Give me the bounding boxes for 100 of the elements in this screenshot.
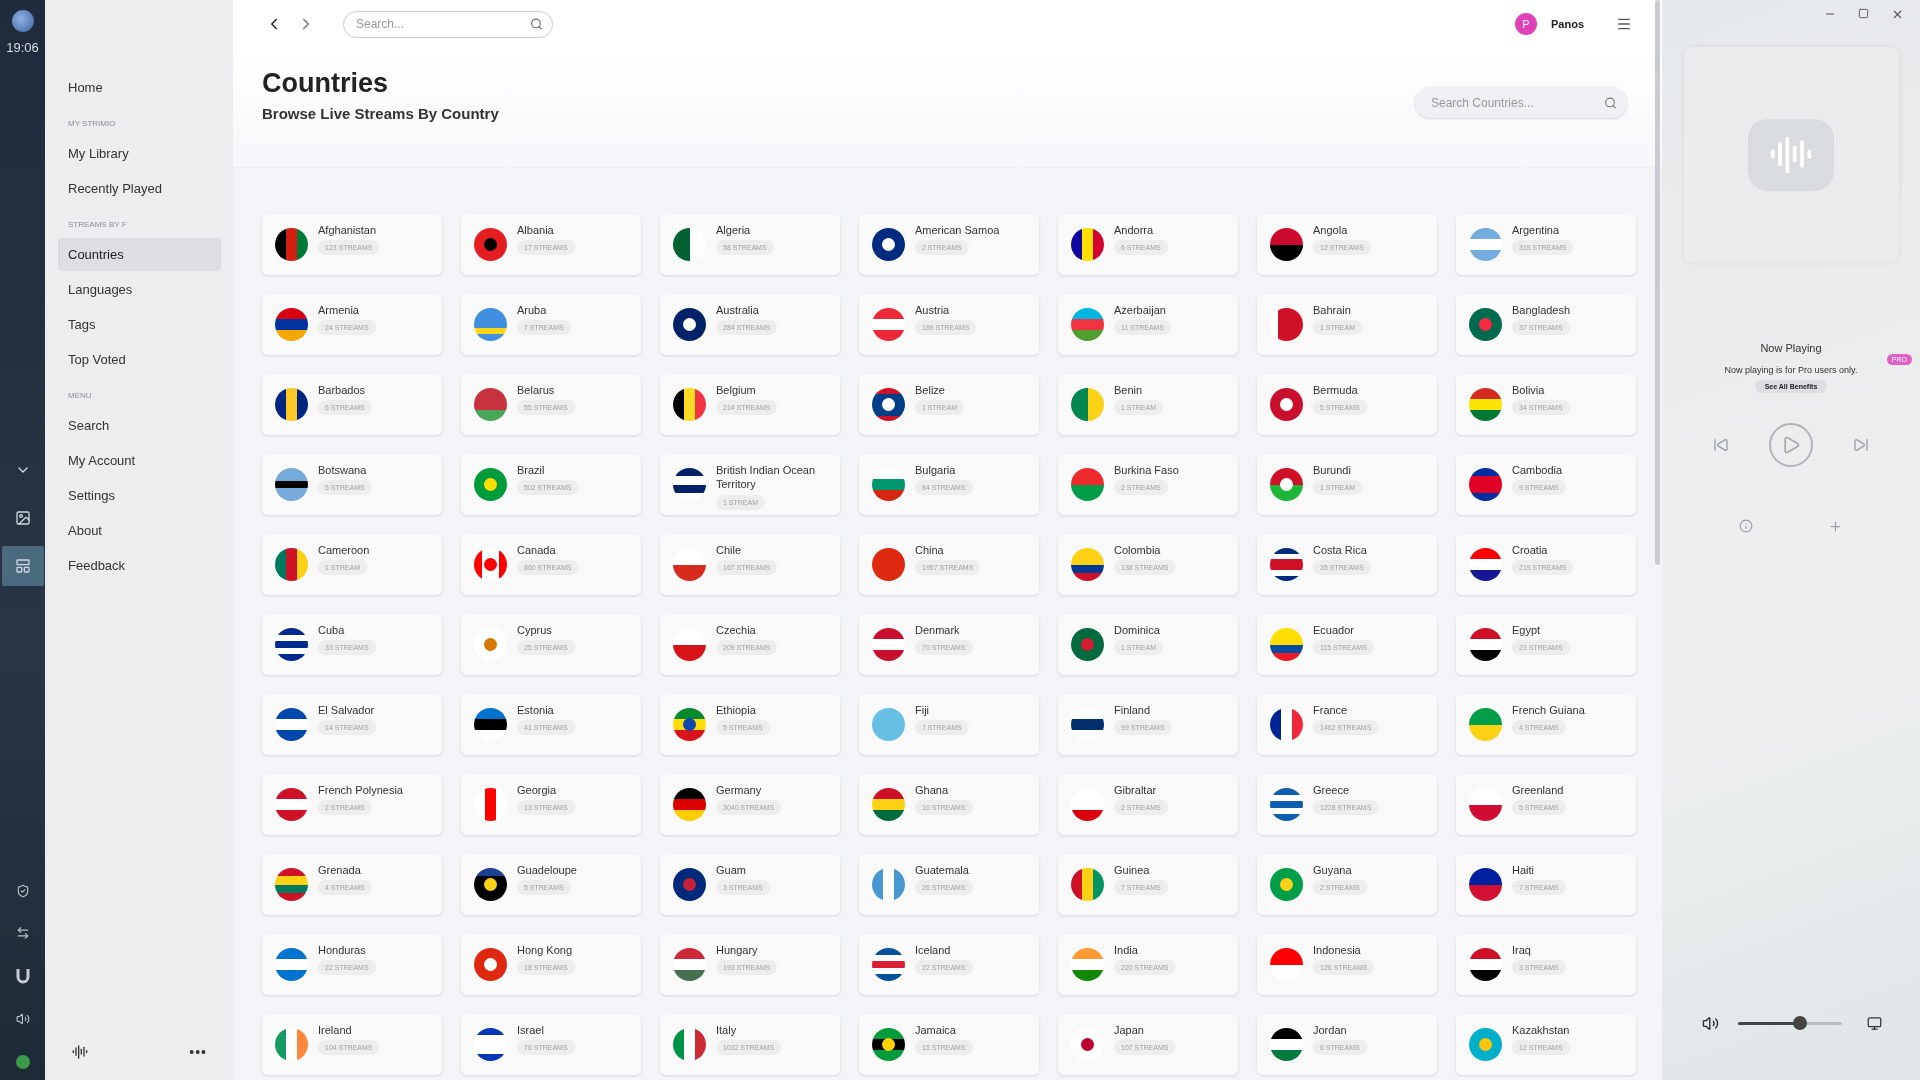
flag-icon bbox=[1071, 708, 1104, 741]
sidebar-item[interactable]: Recently Played bbox=[58, 172, 221, 205]
country-name: Burkina Faso bbox=[1114, 463, 1179, 478]
country-name: Azerbaijan bbox=[1114, 303, 1166, 318]
flag-icon bbox=[275, 228, 308, 261]
flag-icon bbox=[474, 308, 507, 341]
user-name[interactable]: Panos bbox=[1551, 18, 1584, 30]
flag-icon bbox=[673, 628, 706, 661]
flag-icon bbox=[1270, 628, 1303, 661]
audio-icon[interactable] bbox=[72, 1044, 88, 1060]
country-name: French Polynesia bbox=[318, 783, 403, 798]
sidebar-item[interactable]: Countries bbox=[58, 238, 221, 271]
country-name: Cyprus bbox=[517, 623, 552, 638]
country-name: Guinea bbox=[1114, 863, 1150, 878]
sidebar-item[interactable]: My Library bbox=[58, 137, 221, 170]
app-logo-icon[interactable] bbox=[11, 10, 34, 32]
taskbar-app-icon[interactable] bbox=[1, 546, 44, 586]
flag-icon bbox=[1469, 228, 1502, 261]
u-shape-icon[interactable] bbox=[15, 968, 30, 984]
country-name: Algeria bbox=[716, 223, 751, 238]
sidebar-item[interactable]: My Account bbox=[58, 444, 221, 477]
audio-wave-icon bbox=[1748, 118, 1834, 191]
flag-icon bbox=[1270, 708, 1303, 741]
volume-icon[interactable] bbox=[15, 1012, 30, 1026]
country-name: Czechia bbox=[716, 623, 756, 638]
country-name: Georgia bbox=[517, 783, 557, 798]
country-name: Guam bbox=[716, 863, 746, 878]
country-name: Italy bbox=[716, 1023, 737, 1038]
country-search-field[interactable]: Search Countries... bbox=[1415, 87, 1627, 118]
search-field[interactable]: Search... bbox=[343, 10, 553, 38]
sidebar-section-label: MENU bbox=[67, 390, 93, 402]
flag-icon bbox=[673, 708, 706, 741]
country-name: Hong Kong bbox=[517, 943, 573, 958]
country-name: Denmark bbox=[915, 623, 960, 638]
country-name: Ethiopia bbox=[716, 703, 756, 718]
country-name: Cambodia bbox=[1512, 463, 1563, 478]
menu-icon[interactable] bbox=[1616, 16, 1632, 32]
country-name: American Samoa bbox=[915, 223, 1000, 238]
more-options[interactable]: ••• bbox=[189, 1044, 207, 1060]
sidebar-item[interactable]: Home bbox=[58, 71, 221, 104]
flag-icon bbox=[1270, 228, 1303, 261]
maximize-icon[interactable] bbox=[1858, 8, 1869, 19]
search-icon[interactable] bbox=[530, 17, 543, 31]
flag-icon bbox=[474, 548, 507, 581]
sidebar-item[interactable]: Languages bbox=[58, 273, 221, 306]
country-name: Canada bbox=[517, 543, 556, 558]
volume-icon[interactable] bbox=[1702, 1015, 1719, 1032]
scrollbar[interactable] bbox=[1655, 0, 1660, 565]
country-name: Bangladesh bbox=[1512, 303, 1571, 318]
country-name: Cameroon bbox=[318, 543, 370, 558]
search-icon[interactable] bbox=[1604, 96, 1617, 109]
flag-icon bbox=[872, 708, 905, 741]
sidebar-item[interactable]: Settings bbox=[58, 479, 221, 512]
close-icon[interactable] bbox=[1891, 8, 1904, 21]
flag-icon bbox=[1071, 228, 1104, 261]
flag-icon bbox=[1270, 548, 1303, 581]
country-name: British Indian Ocean Territory bbox=[716, 463, 817, 492]
flag-icon bbox=[275, 548, 308, 581]
page-subtitle: Browse Live Streams By Country bbox=[262, 105, 500, 122]
flag-icon bbox=[1469, 548, 1502, 581]
screen-icon[interactable] bbox=[1867, 1016, 1882, 1031]
shield-icon[interactable] bbox=[15, 884, 30, 898]
sidebar-item[interactable]: Feedback bbox=[58, 549, 221, 582]
flag-icon bbox=[474, 948, 507, 981]
country-name: Costa Rica bbox=[1313, 543, 1367, 558]
country-name: France bbox=[1313, 703, 1348, 718]
status-icon[interactable] bbox=[14, 1054, 31, 1070]
country-name: Germany bbox=[716, 783, 762, 798]
flag-icon bbox=[673, 308, 706, 341]
flag-icon bbox=[474, 228, 507, 261]
sidebar-item[interactable]: Tags bbox=[58, 308, 221, 341]
flag-icon bbox=[275, 948, 308, 981]
country-name: Austria bbox=[915, 303, 950, 318]
transfer-icon[interactable] bbox=[15, 926, 30, 940]
country-name: Guyana bbox=[1313, 863, 1352, 878]
flag-icon bbox=[673, 548, 706, 581]
flag-icon bbox=[275, 708, 308, 741]
flag-icon bbox=[872, 868, 905, 901]
country-name: Gibraltar bbox=[1114, 783, 1157, 798]
flag-icon bbox=[1270, 468, 1303, 501]
flag-icon bbox=[872, 228, 905, 261]
user-avatar[interactable]: P bbox=[1515, 13, 1537, 35]
flag-icon bbox=[673, 228, 706, 261]
flag-icon bbox=[1270, 948, 1303, 981]
country-name: Afghanistan bbox=[318, 223, 377, 238]
flag-icon bbox=[1071, 548, 1104, 581]
sidebar-item[interactable]: Search bbox=[58, 409, 221, 442]
country-name: Indonesia bbox=[1313, 943, 1361, 958]
flag-icon bbox=[474, 468, 507, 501]
sidebar-item[interactable]: About bbox=[58, 514, 221, 547]
flag-icon bbox=[673, 1028, 706, 1061]
country-name: Brazil bbox=[517, 463, 545, 478]
country-name: Estonia bbox=[517, 703, 554, 718]
sidebar-item[interactable]: Top Voted bbox=[58, 343, 221, 376]
play-icon bbox=[1781, 435, 1801, 455]
flag-icon bbox=[1469, 708, 1502, 741]
country-name: Jordan bbox=[1313, 1023, 1347, 1038]
country-name: Ireland bbox=[318, 1023, 352, 1038]
flag-icon bbox=[474, 628, 507, 661]
country-name: Fiji bbox=[915, 703, 930, 718]
